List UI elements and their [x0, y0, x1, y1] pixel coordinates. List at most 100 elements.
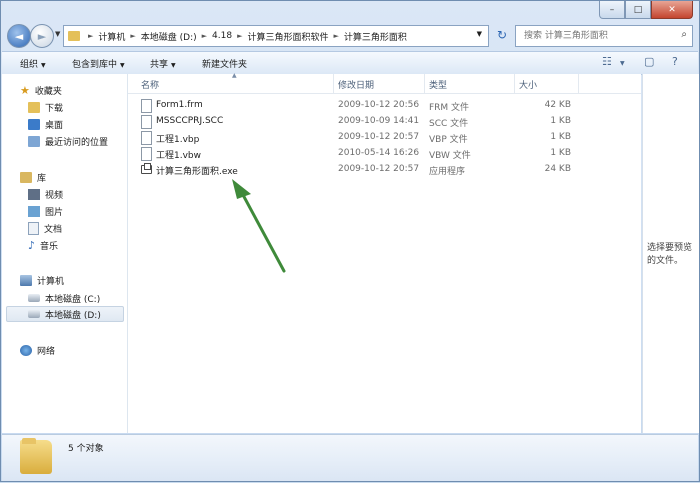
breadcrumb-current-folder[interactable]: 计算三角形面积 [344, 30, 407, 43]
breadcrumb-separator-icon[interactable]: ► [130, 32, 135, 40]
breadcrumb-separator-icon[interactable]: ► [88, 32, 93, 40]
file-size: 1 KB [550, 116, 571, 126]
breadcrumb-drive-d[interactable]: 本地磁盘 (D:) [141, 30, 197, 43]
drive-icon [28, 294, 40, 302]
nav-computer[interactable]: 计算机 [20, 272, 64, 288]
back-arrow-icon: ◄ [14, 29, 24, 43]
file-type: VBP 文件 [429, 135, 468, 145]
file-modified: 2009-10-09 14:41 [338, 116, 420, 126]
search-box[interactable]: ⌕ [515, 25, 693, 47]
file-modified: 2009-10-12 20:57 [338, 164, 420, 174]
recent-pages-dropdown[interactable]: ▼ [55, 30, 60, 38]
item-count: 5 个对象 [68, 444, 104, 454]
nav-documents[interactable]: 文档 [28, 220, 62, 236]
sort-ascending-icon: ▲ [232, 72, 237, 79]
nav-drive-d[interactable]: 本地磁盘 (D:) [6, 306, 124, 322]
downloads-folder-icon [28, 101, 40, 113]
library-icon [20, 171, 32, 183]
file-row[interactable]: 工程1.vbp 2009-10-12 20:57 VBP 文件 1 KB [128, 130, 578, 146]
file-row[interactable]: MSSCCPRJ.SCC 2009-10-09 14:41 SCC 文件 1 K… [128, 114, 578, 130]
file-modified: 2010-05-14 16:26 [338, 148, 420, 158]
drive-icon [28, 310, 40, 318]
column-header-row: 名称 ▲ 修改日期 类型 大小 [128, 72, 641, 94]
file-size: 1 KB [550, 148, 571, 158]
column-type[interactable]: 类型 [429, 78, 447, 91]
close-button[interactable]: ✕ [651, 1, 693, 19]
file-name: 计算三角形面积.exe [156, 167, 238, 177]
breadcrumb-separator-icon[interactable]: ► [334, 32, 339, 40]
navigation-pane: ★ 收藏夹 下载 桌面 最近访问的位置 库 视频 图片 文档 ♪ 音乐 计算机 本地… [2, 74, 128, 433]
column-divider[interactable] [514, 74, 515, 93]
picture-library-icon [28, 205, 40, 217]
search-icon[interactable]: ⌕ [681, 29, 687, 40]
share-label: 共享 [150, 60, 169, 70]
file-row[interactable]: Form1.frm 2009-10-12 20:56 FRM 文件 42 KB [128, 98, 578, 114]
breadcrumb-separator-icon[interactable]: ► [202, 32, 207, 40]
column-divider[interactable] [333, 74, 334, 93]
back-button[interactable]: ◄ [7, 24, 31, 48]
star-icon: ★ [20, 83, 30, 97]
file-name: 工程1.vbw [156, 151, 201, 161]
search-input[interactable] [522, 30, 676, 42]
breadcrumb-separator-icon[interactable]: ► [237, 32, 242, 40]
nav-pictures[interactable]: 图片 [28, 203, 63, 219]
nav-label: 视频 [45, 190, 64, 201]
video-library-icon [28, 188, 40, 200]
share-button[interactable]: 共享 ▼ [150, 57, 176, 70]
maximize-button[interactable]: □ [625, 1, 651, 19]
details-pane: 5 个对象 [2, 434, 698, 481]
view-options-dropdown-icon[interactable]: ▼ [620, 60, 625, 67]
breadcrumb-software-folder[interactable]: 计算三角形面积软件 [247, 30, 328, 43]
desktop-icon [28, 118, 40, 130]
address-row: ◄ ► ▼ ► 计算机 ► 本地磁盘 (D:) ► 4.18 ► 计算三角形面积… [7, 23, 693, 49]
nav-network[interactable]: 网络 [20, 342, 55, 358]
minimize-button[interactable]: – [599, 1, 625, 19]
recent-places-icon [28, 135, 40, 147]
address-bar[interactable]: ► 计算机 ► 本地磁盘 (D:) ► 4.18 ► 计算三角形面积软件 ► 计… [63, 25, 489, 47]
preview-pane-icon[interactable]: ▢ [644, 55, 654, 68]
view-options-icon[interactable]: ☷ [602, 55, 612, 68]
nav-music[interactable]: ♪ 音乐 [28, 237, 58, 253]
file-row[interactable]: 计算三角形面积.exe 2009-10-12 20:57 应用程序 24 KB [128, 162, 578, 178]
nav-label: 最近访问的位置 [45, 137, 109, 148]
column-divider[interactable] [424, 74, 425, 93]
caption-buttons: – □ ✕ [599, 1, 693, 19]
column-modified[interactable]: 修改日期 [338, 78, 374, 91]
nav-downloads[interactable]: 下载 [28, 99, 63, 115]
preview-pane: 选择要预览的文件。 [642, 74, 699, 433]
forward-arrow-icon: ► [37, 29, 47, 43]
column-size[interactable]: 大小 [519, 78, 537, 91]
organize-button[interactable]: 组织 ▼ [20, 57, 46, 70]
help-icon[interactable]: ? [672, 55, 678, 68]
nav-videos[interactable]: 视频 [28, 186, 63, 202]
breadcrumb-418[interactable]: 4.18 [212, 31, 232, 41]
nav-label: 下载 [45, 103, 64, 114]
nav-recent-places[interactable]: 最近访问的位置 [28, 133, 108, 149]
nav-label: 本地磁盘 (D:) [45, 310, 101, 321]
file-size: 1 KB [550, 132, 571, 142]
computer-icon [20, 274, 32, 286]
nav-libraries[interactable]: 库 [20, 169, 46, 185]
file-size: 24 KB [544, 164, 571, 174]
nav-label: 网络 [37, 346, 56, 357]
nav-drive-c[interactable]: 本地磁盘 (C:) [28, 290, 100, 306]
file-name: Form1.frm [156, 100, 203, 110]
include-in-library-button[interactable]: 包含到库中 ▼ [72, 57, 125, 70]
include-in-library-label: 包含到库中 [72, 60, 118, 70]
nav-desktop[interactable]: 桌面 [28, 116, 63, 132]
chevron-down-icon: ▼ [41, 62, 46, 69]
file-type: SCC 文件 [429, 119, 469, 129]
nav-favorites[interactable]: ★ 收藏夹 [20, 82, 62, 98]
file-icon [141, 115, 152, 129]
address-dropdown-icon[interactable]: ▼ [477, 30, 482, 38]
breadcrumb-computer[interactable]: 计算机 [98, 30, 125, 43]
file-row[interactable]: 工程1.vbw 2010-05-14 16:26 VBW 文件 1 KB [128, 146, 578, 162]
refresh-button[interactable]: ↻ [493, 25, 511, 45]
nav-label: 桌面 [45, 120, 64, 131]
preview-message: 选择要预览的文件。 [647, 243, 693, 266]
column-divider[interactable] [578, 74, 579, 93]
column-name[interactable]: 名称 [141, 78, 159, 91]
forward-button[interactable]: ► [30, 24, 54, 48]
music-note-icon: ♪ [28, 238, 36, 252]
new-folder-button[interactable]: 新建文件夹 [202, 57, 247, 70]
